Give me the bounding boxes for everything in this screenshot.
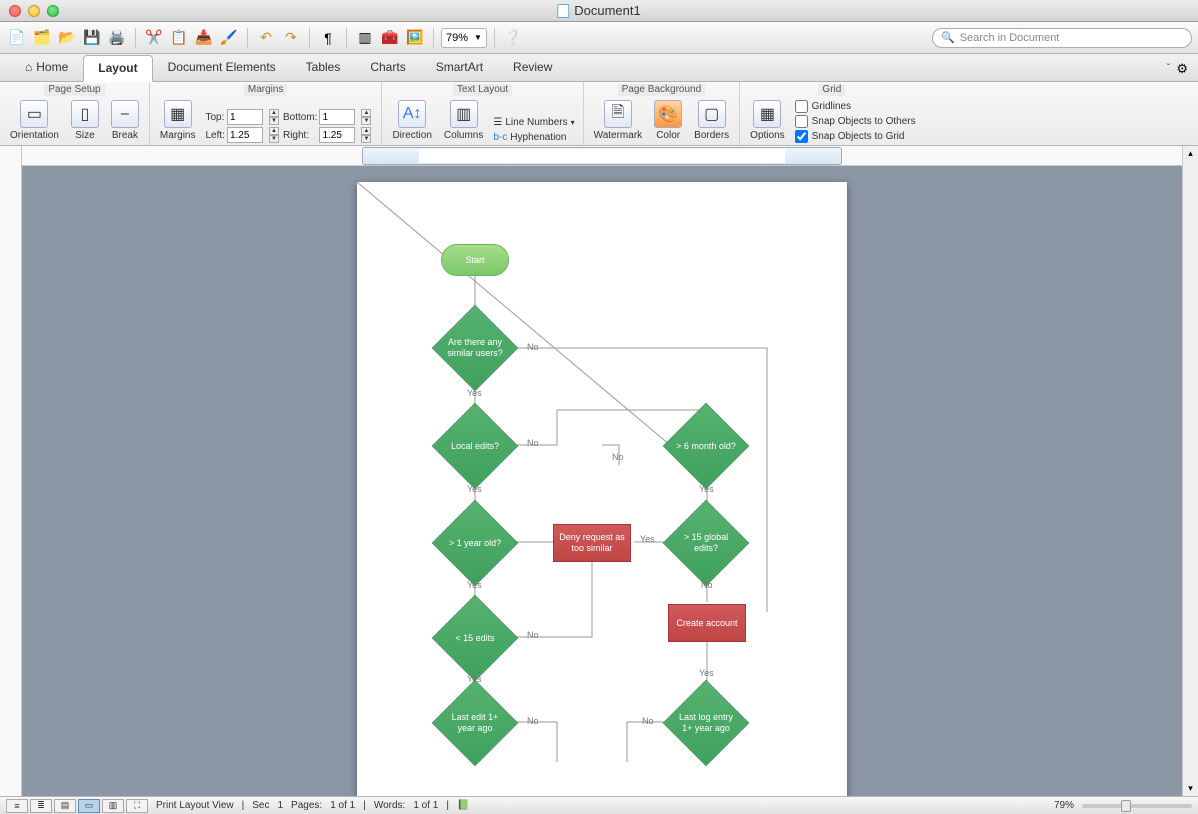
- search-icon: 🔍: [941, 31, 955, 44]
- margin-left-input[interactable]: [227, 127, 263, 143]
- line-numbers-button[interactable]: ☰Line Numbers▾: [493, 117, 574, 128]
- scroll-down-icon[interactable]: ▾: [1188, 783, 1193, 794]
- document-area: Start Are there any similar users? No Ye…: [0, 146, 1198, 796]
- standard-toolbar: 📄 🗂️ 📂 💾 🖨️ ✂️ 📋 📥 🖌️ ↶ ↷ ¶ ▥ 🧰 🖼️ 79%▼ …: [0, 22, 1198, 54]
- watermark-button[interactable]: 🗎Watermark: [592, 98, 645, 143]
- ribbon-settings-icon[interactable]: ⚙: [1176, 61, 1188, 77]
- view-fullscreen-button[interactable]: ⛶: [126, 799, 148, 813]
- size-button[interactable]: ▯Size: [69, 98, 101, 143]
- view-notebook-button[interactable]: ▥: [102, 799, 124, 813]
- group-grid-title: Grid: [818, 84, 845, 96]
- document-icon: [557, 4, 569, 18]
- tab-charts[interactable]: Charts: [355, 54, 420, 81]
- cut-icon[interactable]: ✂️: [143, 27, 165, 49]
- sidebar-icon[interactable]: ▥: [354, 27, 376, 49]
- margin-left-spinner[interactable]: ▲▼: [269, 127, 279, 143]
- margin-top-spinner[interactable]: ▲▼: [269, 109, 279, 125]
- copy-icon[interactable]: 📋: [168, 27, 190, 49]
- collapse-ribbon-icon[interactable]: ˇ: [1166, 61, 1170, 77]
- decision-fifteen-global: > 15 global edits?: [670, 507, 742, 579]
- status-bar: ≡ ≣ ▤ ▭ ▥ ⛶ Print Layout View | Sec 1 Pa…: [0, 796, 1198, 814]
- scroll-up-icon[interactable]: ▴: [1188, 148, 1193, 159]
- search-input[interactable]: 🔍 Search in Document: [932, 28, 1192, 48]
- new-doc-icon[interactable]: 📄: [6, 27, 28, 49]
- gridlines-checkbox[interactable]: Gridlines: [795, 100, 916, 113]
- home-icon: ⌂: [25, 60, 32, 74]
- margin-top-input[interactable]: [227, 109, 263, 125]
- ribbon-tabs: ⌂Home Layout Document Elements Tables Ch…: [0, 54, 1198, 82]
- flowchart: Start Are there any similar users? No Ye…: [357, 182, 847, 796]
- decision-similar-users: Are there any similar users?: [439, 312, 511, 384]
- tab-tables[interactable]: Tables: [291, 54, 356, 81]
- toolbox-icon[interactable]: 🧰: [379, 27, 401, 49]
- zoom-slider[interactable]: [1082, 804, 1192, 808]
- margin-right-spinner[interactable]: ▲▼: [361, 127, 371, 143]
- vertical-ruler[interactable]: [0, 146, 22, 796]
- snap-others-checkbox[interactable]: Snap Objects to Others: [795, 115, 916, 128]
- process-create: Create account: [668, 604, 746, 642]
- open-icon[interactable]: 📂: [56, 27, 78, 49]
- horizontal-ruler[interactable]: [22, 146, 1182, 166]
- view-print-layout-button[interactable]: ▭: [78, 799, 100, 813]
- undo-icon[interactable]: ↶: [255, 27, 277, 49]
- minimize-window-button[interactable]: [28, 5, 40, 17]
- format-painter-icon[interactable]: 🖌️: [218, 27, 240, 49]
- view-outline-button[interactable]: ≣: [30, 799, 52, 813]
- group-margins-title: Margins: [244, 84, 288, 96]
- tab-smartart[interactable]: SmartArt: [421, 54, 498, 81]
- zoom-window-button[interactable]: [47, 5, 59, 17]
- decision-last-edit: Last edit 1+ year ago: [439, 687, 511, 759]
- page-color-button[interactable]: 🎨Color: [652, 98, 684, 143]
- tab-document-elements[interactable]: Document Elements: [153, 54, 291, 81]
- decision-last-log: Last log entry 1+ year ago: [670, 687, 742, 759]
- document-canvas[interactable]: Start Are there any similar users? No Ye…: [22, 166, 1182, 796]
- tab-layout[interactable]: Layout: [83, 55, 152, 82]
- redo-icon[interactable]: ↷: [280, 27, 302, 49]
- view-draft-button[interactable]: ≡: [6, 799, 28, 813]
- decision-one-year: > 1 year old?: [439, 507, 511, 579]
- group-page-bg-title: Page Background: [618, 84, 706, 96]
- flowchart-start: Start: [441, 244, 509, 276]
- spellcheck-icon[interactable]: 📗: [457, 800, 469, 811]
- decision-local-edits: Local edits?: [439, 410, 511, 482]
- close-window-button[interactable]: [9, 5, 21, 17]
- pilcrow-icon[interactable]: ¶: [317, 27, 339, 49]
- direction-button[interactable]: A↕Direction: [390, 98, 433, 143]
- save-icon[interactable]: 💾: [81, 27, 103, 49]
- tab-review[interactable]: Review: [498, 54, 567, 81]
- columns-button[interactable]: ▥Columns: [442, 98, 485, 143]
- tab-home[interactable]: ⌂Home: [10, 54, 83, 81]
- zoom-select[interactable]: 79%▼: [441, 28, 487, 48]
- hyphenation-button[interactable]: b-cHyphenation: [493, 132, 574, 143]
- group-text-layout-title: Text Layout: [453, 84, 512, 96]
- print-icon[interactable]: 🖨️: [106, 27, 128, 49]
- view-publishing-button[interactable]: ▤: [54, 799, 76, 813]
- page: Start Are there any similar users? No Ye…: [357, 182, 847, 796]
- decision-six-month: > 6 month old?: [670, 410, 742, 482]
- margin-bottom-spinner[interactable]: ▲▼: [361, 109, 371, 125]
- template-icon[interactable]: 🗂️: [31, 27, 53, 49]
- snap-grid-checkbox[interactable]: Snap Objects to Grid: [795, 130, 916, 143]
- zoom-readout: 79%: [1054, 800, 1074, 811]
- ribbon-panel: Page Setup ▭Orientation ▯Size ⎯Break Mar…: [0, 82, 1198, 146]
- grid-options-button[interactable]: ▦Options: [748, 98, 786, 143]
- title-bar: Document1: [0, 0, 1198, 22]
- media-icon[interactable]: 🖼️: [404, 27, 426, 49]
- view-label: Print Layout View: [156, 800, 234, 811]
- margins-button[interactable]: ▦Margins: [158, 98, 198, 143]
- process-deny: Deny request as too similar: [553, 524, 631, 562]
- decision-lt15-edits: < 15 edits: [439, 602, 511, 674]
- margin-right-input[interactable]: [319, 127, 355, 143]
- paste-icon[interactable]: 📥: [193, 27, 215, 49]
- vertical-scrollbar[interactable]: ▴ ▾: [1182, 146, 1198, 796]
- flowchart-edges: [357, 182, 847, 796]
- group-page-setup-title: Page Setup: [44, 84, 104, 96]
- break-button[interactable]: ⎯Break: [109, 98, 141, 143]
- help-icon[interactable]: ❔: [502, 27, 524, 49]
- window-title: Document1: [574, 3, 640, 18]
- borders-button[interactable]: ▢Borders: [692, 98, 731, 143]
- margin-bottom-input[interactable]: [319, 109, 355, 125]
- orientation-button[interactable]: ▭Orientation: [8, 98, 61, 143]
